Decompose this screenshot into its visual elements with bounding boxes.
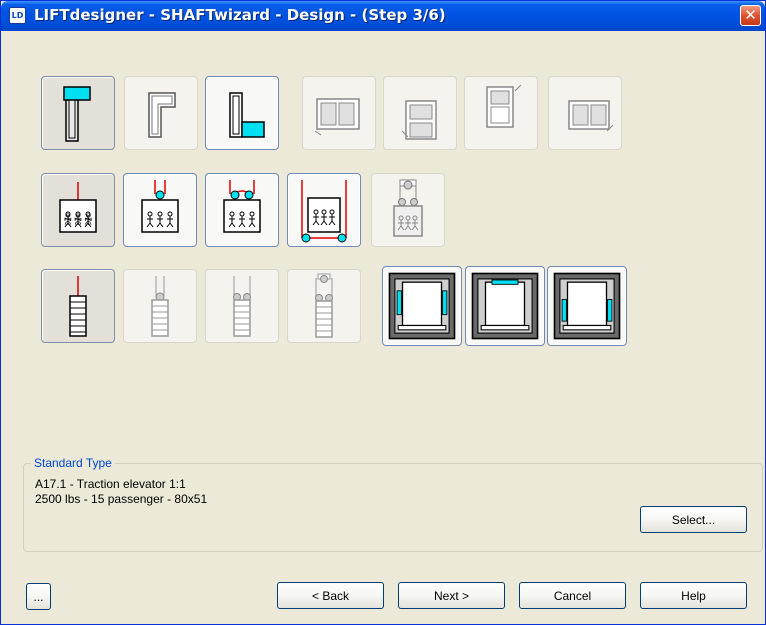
shaft-rear-cw-icon [229, 92, 265, 138]
app-icon: LD [9, 7, 26, 24]
shaft-layout-counterweight-side-front-alt-option[interactable] [124, 76, 198, 150]
roping-underslung-option[interactable] [287, 173, 361, 247]
shaft-layout-counterweight-side-front-option[interactable] [41, 76, 115, 150]
car-door-center-option[interactable] [547, 266, 627, 346]
car-rear-rails-icon [471, 272, 539, 340]
roping-4to1-icon [393, 179, 423, 237]
shaft-adjacent-door-icon [486, 84, 522, 128]
car-center-icon [553, 272, 621, 340]
counterweight-2to1-double-option[interactable] [205, 269, 279, 343]
shaft-layout-counterweight-side-rear-option[interactable] [205, 76, 279, 150]
counterweight-double-icon [233, 276, 251, 337]
standard-type-label: Standard Type [31, 456, 115, 470]
roping-1to1-option[interactable]: ꆜꆜꆜ [41, 173, 115, 247]
back-button[interactable]: < Back [277, 582, 384, 609]
shaft-side-by-side-icon [568, 100, 614, 132]
car-door-rear-rails-option[interactable] [465, 266, 545, 346]
counterweight-1to1-option[interactable] [41, 269, 115, 343]
counterweight-2to1-option[interactable] [123, 269, 197, 343]
more-options-button[interactable]: ... [26, 583, 51, 610]
shaft-through-door-icon [401, 100, 437, 140]
roping-underslung-icon [301, 180, 347, 243]
roping-1to1-icon: ꆜꆜꆜ [59, 182, 97, 233]
help-button[interactable]: Help [640, 582, 747, 609]
cancel-button[interactable]: Cancel [519, 582, 626, 609]
standard-type-spec: 2500 lbs - 15 passenger - 80x51 [35, 492, 208, 506]
select-button[interactable]: Select... [640, 506, 747, 533]
title-bar[interactable]: LD LIFTdesigner - SHAFTwizard - Design -… [1, 1, 765, 31]
next-button[interactable]: Next > [398, 582, 505, 609]
close-icon: ✕ [744, 6, 757, 24]
car-door-side-rails-option[interactable] [382, 266, 462, 346]
shaft-layout-adjacent-door-option[interactable] [464, 76, 538, 150]
counterweight-4to1-option[interactable] [287, 269, 361, 343]
shaft-double-door-icon [314, 98, 360, 136]
shaft-layout-side-by-side-option[interactable] [548, 76, 622, 150]
car-side-rails-icon [388, 272, 456, 340]
shaft-layout-double-door-option[interactable] [302, 76, 376, 150]
roping-4to1-option[interactable] [371, 173, 445, 247]
shaft-front-outline-icon [148, 92, 176, 138]
standard-type-code: A17.1 - Traction elevator 1:1 [35, 477, 186, 491]
wizard-window: LD LIFTdesigner - SHAFTwizard - Design -… [0, 0, 766, 625]
roping-2to1-icon [141, 180, 179, 233]
counterweight-4to1-icon [315, 273, 333, 338]
roping-2to1-double-pulley-option[interactable] [205, 173, 279, 247]
roping-double-pulley-icon [223, 180, 261, 233]
shaft-layout-through-door-option[interactable] [383, 76, 457, 150]
counterweight-2to1-icon [151, 276, 169, 337]
window-title: LIFTdesigner - SHAFTwizard - Design - (S… [34, 6, 446, 24]
counterweight-1to1-icon [69, 276, 87, 337]
roping-2to1-overhead-option[interactable] [123, 173, 197, 247]
close-button[interactable]: ✕ [740, 5, 761, 26]
shaft-front-cw-icon [63, 86, 91, 142]
